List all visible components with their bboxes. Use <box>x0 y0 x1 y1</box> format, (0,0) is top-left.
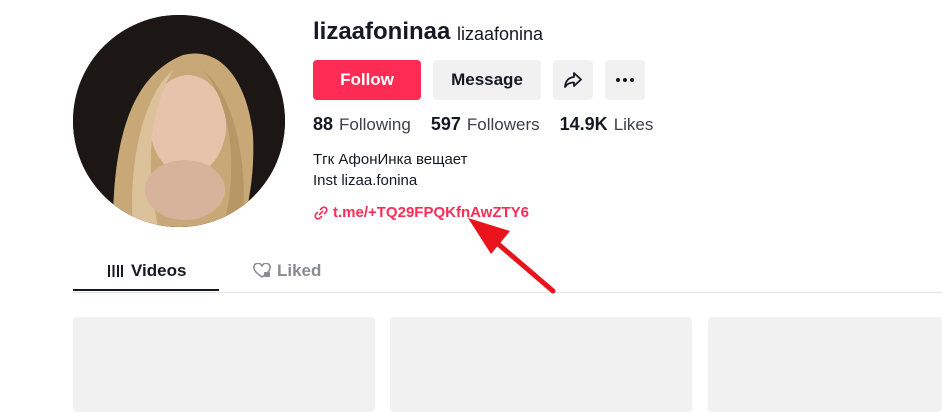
profile-stats: 88 Following 597 Followers 14.9K Likes <box>313 114 673 135</box>
likes-stat: 14.9K Likes <box>560 114 654 135</box>
profile-nickname: lizaafonina <box>457 24 544 44</box>
tab-liked-label: Liked <box>277 261 322 280</box>
bio-line: Тгк АфонИнка вещает <box>313 151 468 168</box>
profile-tabs: Videos Liked <box>73 252 942 293</box>
videos-grid-icon <box>108 265 123 277</box>
likes-count: 14.9K <box>559 114 608 134</box>
bio-line: Inst lizaa.fonina <box>313 172 418 189</box>
following-stat[interactable]: 88 Following <box>313 114 411 135</box>
share-icon <box>564 72 582 88</box>
tab-videos-label: Videos <box>131 261 187 280</box>
tab-liked[interactable]: Liked <box>253 252 321 290</box>
more-dots-icon <box>616 78 634 82</box>
avatar-photo <box>73 15 285 227</box>
video-thumbnail-placeholder[interactable] <box>73 317 375 412</box>
following-label: Following <box>339 115 411 134</box>
likes-label: Likes <box>613 115 654 134</box>
followers-label: Followers <box>466 115 540 134</box>
profile-bio: Тгк АфонИнка вещает Inst lizaa.fonina <box>313 149 468 191</box>
follow-button-label: Follow <box>340 70 394 89</box>
profile-username: lizaafoninaa <box>313 18 451 45</box>
profile-link-text: t.me/+TQ29FPQKfnAwZTY6 <box>333 204 530 221</box>
share-button[interactable] <box>553 60 593 100</box>
follow-button[interactable]: Follow <box>313 60 421 100</box>
tab-videos[interactable]: Videos <box>107 252 186 290</box>
message-button-label: Message <box>451 70 523 89</box>
video-thumbnail-placeholder[interactable] <box>390 317 692 412</box>
link-icon <box>314 205 328 220</box>
followers-stat[interactable]: 597 Followers <box>431 114 540 135</box>
following-count: 88 <box>313 114 334 134</box>
active-tab-indicator <box>73 289 219 291</box>
followers-count: 597 <box>430 114 461 134</box>
message-button[interactable]: Message <box>433 60 541 100</box>
video-thumbnail-placeholder[interactable] <box>708 317 942 412</box>
more-options-button[interactable] <box>605 60 645 100</box>
profile-avatar[interactable] <box>73 15 285 227</box>
heart-locked-icon <box>253 263 271 278</box>
profile-link[interactable]: t.me/+TQ29FPQKfnAwZTY6 <box>313 204 529 221</box>
